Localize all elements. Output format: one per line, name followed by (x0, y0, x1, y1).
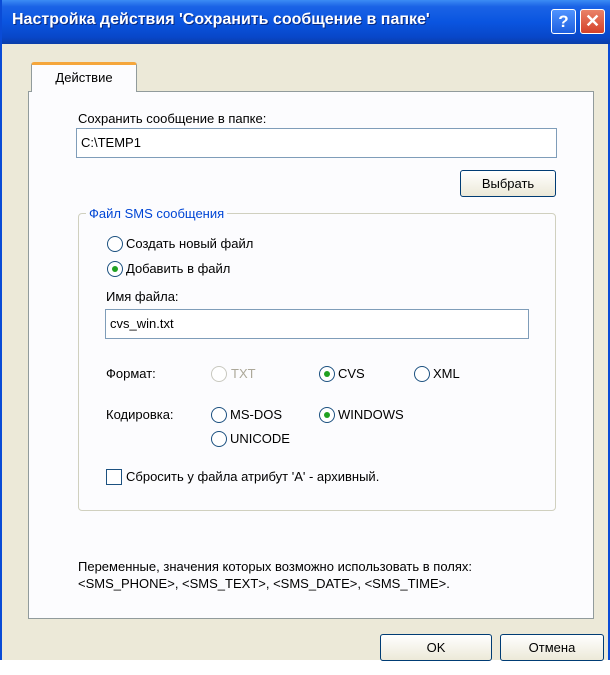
format-cvs-radio[interactable] (319, 366, 335, 382)
sms-file-groupbox (78, 213, 556, 511)
format-xml-radio[interactable] (414, 366, 430, 382)
encoding-windows-label[interactable]: WINDOWS (338, 407, 404, 422)
variables-note-line2: <SMS_PHONE>, <SMS_TEXT>, <SMS_DATE>, <SM… (78, 576, 450, 591)
cancel-button-label: Отмена (528, 640, 576, 655)
folder-input[interactable]: C:\TEMP1 (76, 128, 557, 158)
window-title: Настройка действия 'Сохранить сообщение … (12, 11, 430, 28)
encoding-windows-radio[interactable] (319, 407, 335, 423)
encoding-unicode-label[interactable]: UNICODE (230, 431, 290, 446)
tab-action[interactable]: Действие (31, 62, 137, 92)
close-icon: ✕ (584, 11, 601, 31)
cancel-button[interactable]: Отмена (500, 634, 604, 661)
reset-archive-checkbox[interactable] (106, 469, 122, 485)
close-button[interactable]: ✕ (580, 9, 605, 34)
create-new-file-radio[interactable] (107, 236, 123, 252)
filename-input[interactable]: cvs_win.txt (105, 309, 529, 339)
help-button[interactable]: ? (551, 9, 576, 34)
encoding-msdos-label[interactable]: MS-DOS (230, 407, 282, 422)
browse-button-label: Выбрать (481, 176, 535, 191)
folder-label: Сохранить сообщение в папке: (78, 111, 267, 126)
title-bar[interactable]: Настройка действия 'Сохранить сообщение … (2, 0, 610, 44)
ok-button[interactable]: OK (380, 634, 492, 661)
format-xml-label[interactable]: XML (433, 366, 460, 381)
format-cvs-label[interactable]: CVS (338, 366, 365, 381)
dialog-window: Настройка действия 'Сохранить сообщение … (0, 0, 610, 661)
encoding-unicode-radio[interactable] (211, 431, 227, 447)
browse-button[interactable]: Выбрать (460, 170, 556, 197)
reset-archive-label[interactable]: Сбросить у файла атрибут 'A' - архивный. (126, 469, 379, 484)
format-txt-label: TXT (231, 366, 256, 381)
format-label: Формат: (106, 366, 156, 381)
append-file-radio[interactable] (107, 261, 123, 277)
encoding-label: Кодировка: (106, 407, 174, 422)
append-file-label[interactable]: Добавить в файл (126, 261, 230, 276)
ok-button-label: OK (426, 640, 446, 655)
help-icon: ? (558, 12, 569, 31)
sms-file-group-title: Файл SMS сообщения (86, 206, 228, 221)
create-new-file-label[interactable]: Создать новый файл (126, 236, 253, 251)
tab-action-label: Действие (55, 70, 113, 85)
format-txt-radio (211, 366, 227, 382)
filename-label: Имя файла: (106, 289, 179, 304)
variables-note-line1: Переменные, значения которых возможно ис… (78, 559, 473, 574)
encoding-msdos-radio[interactable] (211, 407, 227, 423)
